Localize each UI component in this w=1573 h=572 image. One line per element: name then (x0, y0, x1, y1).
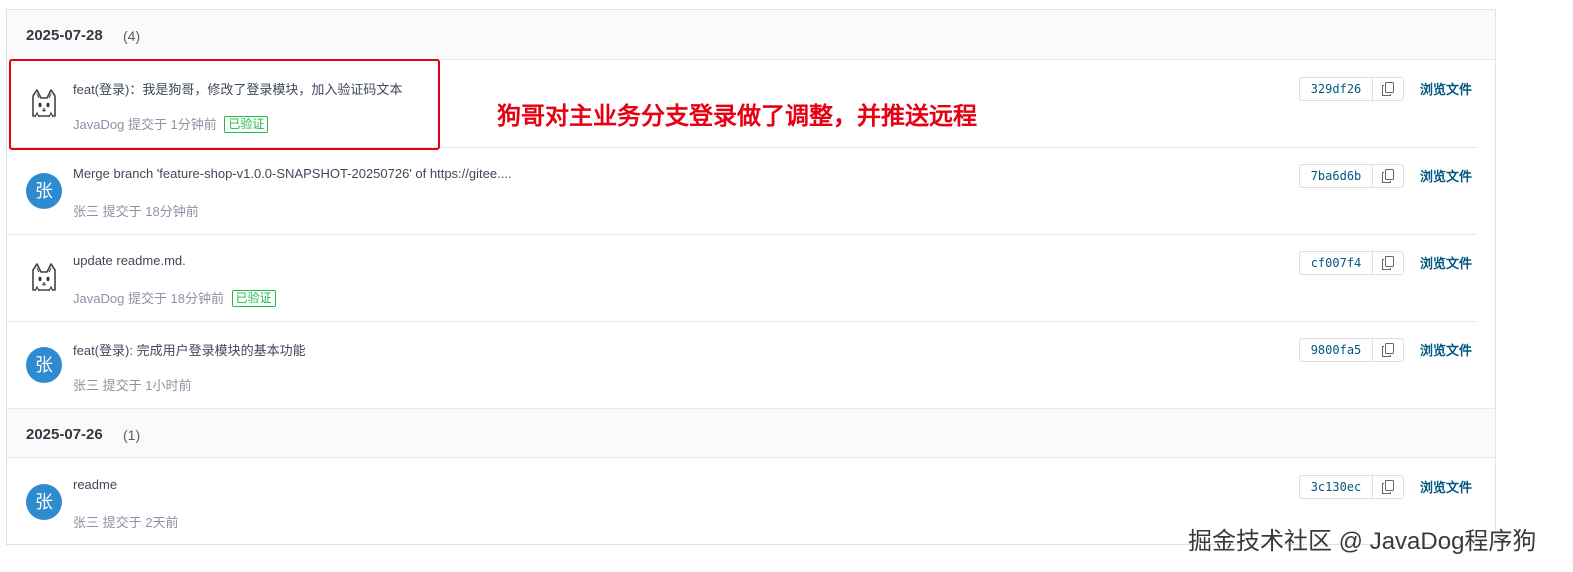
commit-time: 提交于 1小时前 (102, 378, 192, 393)
copy-sha-button[interactable] (1373, 78, 1403, 100)
commit-row: 张 feat(登录): 完成用户登录模块的基本功能 张三 提交于 1小时前 98… (7, 322, 1477, 409)
copy-icon (1382, 82, 1394, 96)
commit-sha-link[interactable]: 9800fa5 (1300, 339, 1373, 361)
commit-row: 张 Merge branch 'feature-shop-v1.0.0-SNAP… (7, 148, 1477, 235)
browse-files-link[interactable]: 浏览文件 (1420, 477, 1472, 496)
group-count: (1) (123, 427, 141, 443)
commit-author[interactable]: 张三 (73, 515, 99, 530)
verified-badge: 已验证 (231, 290, 276, 307)
commit-meta: 张三 提交于 1小时前 (73, 375, 191, 394)
copy-sha-button[interactable] (1373, 252, 1403, 274)
copy-icon (1382, 256, 1394, 270)
copy-icon (1382, 169, 1394, 183)
date-group-header: 2025-07-26 (1) (7, 408, 1495, 458)
group-count: (4) (123, 28, 141, 44)
avatar[interactable]: 张 (26, 173, 62, 209)
commit-author[interactable]: JavaDog (73, 291, 124, 306)
commit-message[interactable]: feat(登录): 完成用户登录模块的基本功能 (73, 340, 306, 359)
commit-meta: JavaDog 提交于 18分钟前 已验证 (73, 288, 276, 307)
browse-files-link[interactable]: 浏览文件 (1420, 340, 1472, 359)
commit-sha-link[interactable]: cf007f4 (1300, 252, 1373, 274)
avatar[interactable]: 张 (26, 484, 62, 520)
sha-group: 329df26 (1299, 77, 1404, 101)
watermark: 掘金技术社区 @ JavaDog程序狗 (1188, 528, 1537, 555)
commit-author[interactable]: 张三 (73, 204, 99, 219)
commit-sha-link[interactable]: 7ba6d6b (1300, 165, 1373, 187)
copy-icon (1382, 480, 1394, 494)
commit-row: update readme.md. JavaDog 提交于 18分钟前 已验证 … (7, 235, 1477, 322)
commit-sha-link[interactable]: 3c130ec (1300, 476, 1373, 498)
copy-sha-button[interactable] (1373, 339, 1403, 361)
browse-files-link[interactable]: 浏览文件 (1420, 79, 1472, 98)
group-date: 2025-07-26 (26, 426, 103, 443)
sha-group: 3c130ec (1299, 475, 1404, 499)
commit-time: 提交于 18分钟前 (102, 204, 199, 219)
commit-time: 提交于 2天前 (102, 515, 179, 530)
browse-files-link[interactable]: 浏览文件 (1420, 253, 1472, 272)
avatar[interactable]: 张 (26, 347, 62, 383)
highlight-annotation-box (9, 59, 440, 150)
group-date: 2025-07-28 (26, 27, 103, 44)
copy-icon (1382, 343, 1394, 357)
annotation-text: 狗哥对主业务分支登录做了调整，并推送远程 (497, 103, 977, 130)
commit-message[interactable]: readme (73, 477, 117, 492)
date-group-header: 2025-07-28 (4) (7, 10, 1495, 60)
commit-author[interactable]: 张三 (73, 378, 99, 393)
browse-files-link[interactable]: 浏览文件 (1420, 166, 1472, 185)
sha-group: 7ba6d6b (1299, 164, 1404, 188)
copy-sha-button[interactable] (1373, 476, 1403, 498)
copy-sha-button[interactable] (1373, 165, 1403, 187)
dog-avatar-icon[interactable] (26, 260, 62, 296)
commit-meta: 张三 提交于 18分钟前 (73, 201, 199, 220)
commit-message[interactable]: update readme.md. (73, 253, 186, 268)
commit-time: 提交于 18分钟前 (127, 291, 225, 306)
commit-sha-link[interactable]: 329df26 (1300, 78, 1373, 100)
commit-message[interactable]: Merge branch 'feature-shop-v1.0.0-SNAPSH… (73, 166, 512, 181)
commit-meta: 张三 提交于 2天前 (73, 512, 178, 531)
sha-group: cf007f4 (1299, 251, 1404, 275)
sha-group: 9800fa5 (1299, 338, 1404, 362)
